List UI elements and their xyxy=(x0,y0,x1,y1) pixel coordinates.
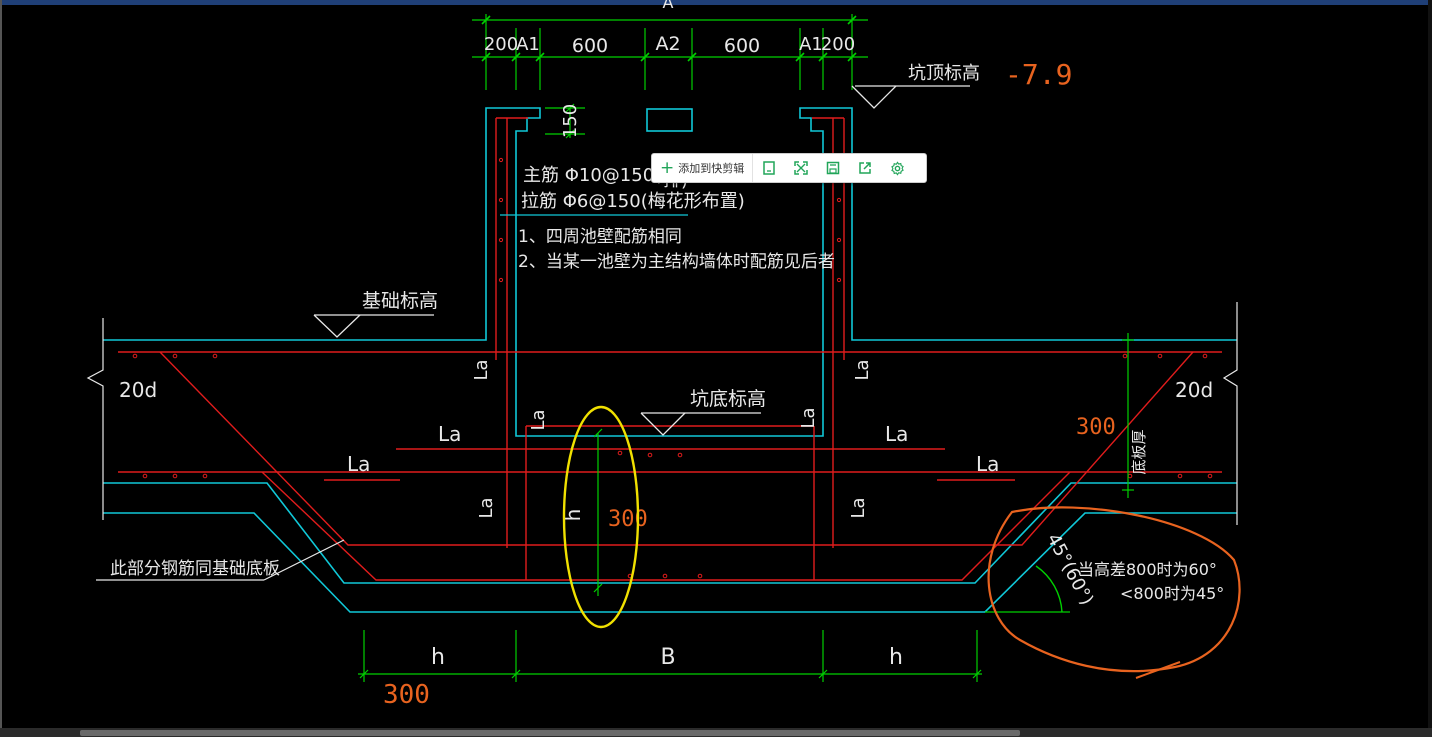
slab-note: 此部分钢筋同基础底板 xyxy=(110,559,280,579)
la-label: La xyxy=(976,452,999,476)
slope-angle-arc xyxy=(1035,565,1063,613)
la-label-vertical: La xyxy=(852,359,873,380)
clip-toolbar: + 添加到快剪辑 xyxy=(651,153,927,183)
la-label: La xyxy=(347,452,370,476)
rebar-tie-note: 拉筋 Φ6@150(梅花形布置) xyxy=(521,191,745,212)
add-to-clip-button[interactable]: + 添加到快剪辑 xyxy=(652,154,754,182)
copy-icon[interactable] xyxy=(753,154,785,182)
pit-bottom-marker xyxy=(640,412,761,436)
central-h-dimension xyxy=(593,428,603,596)
pit-bottom-label: 坑底标高 xyxy=(690,388,766,410)
anchor-20d-right: 20d xyxy=(1175,378,1213,402)
la-label-vertical: La xyxy=(798,407,819,428)
horizontal-scrollbar[interactable] xyxy=(0,728,1432,737)
central-300: 300 xyxy=(608,507,648,532)
dim-label-A2: A2 xyxy=(655,33,680,55)
la-label: La xyxy=(438,422,461,446)
slope-note-2: <800时为45° xyxy=(1120,584,1224,603)
scrollbar-thumb[interactable] xyxy=(80,730,1020,736)
add-to-clip-label: 添加到快剪辑 xyxy=(678,162,745,175)
pit-top-marker xyxy=(851,85,970,109)
viewport-right-edge xyxy=(1428,0,1432,737)
slope-note-1: 当高差800时为60° xyxy=(1078,560,1217,579)
right-300: 300 xyxy=(1076,415,1116,440)
cad-drawing[interactable]: A 200 A1 600 A2 600 A1 200 150 坑顶标高 -7.9 xyxy=(0,0,1432,737)
la-label-vertical: La xyxy=(848,497,869,518)
save-icon[interactable] xyxy=(817,154,849,182)
pit-top-label: 坑顶标高 xyxy=(908,63,980,84)
la-label-vertical: La xyxy=(471,359,492,380)
la-label: La xyxy=(885,422,908,446)
la-label-vertical: La xyxy=(528,409,549,430)
la-label-vertical: La xyxy=(476,497,497,518)
dim-label-A1-left: A1 xyxy=(516,34,540,55)
dim-label-150: 150 xyxy=(560,104,581,138)
dim-label-A1-right: A1 xyxy=(799,34,823,55)
share-icon[interactable] xyxy=(849,154,881,182)
bottom-h-left: h xyxy=(431,645,445,670)
dim-label-600-right: 600 xyxy=(724,35,760,57)
expand-icon[interactable] xyxy=(785,154,817,182)
dim-label-200-right: 200 xyxy=(821,34,855,55)
rebar-dots xyxy=(132,157,1213,579)
foundation-label: 基础标高 xyxy=(362,290,438,312)
plus-icon: + xyxy=(660,157,675,178)
pit-top-value: -7.9 xyxy=(1005,58,1072,91)
settings-icon[interactable] xyxy=(881,154,913,182)
dim-label-600-left: 600 xyxy=(572,35,608,57)
note-2: 2、当某一池壁为主结构墙体时配筋见后者 xyxy=(518,252,835,272)
foundation-marker xyxy=(313,314,434,338)
bottom-h-right: h xyxy=(889,645,903,670)
dim-label-200-left: 200 xyxy=(484,34,518,55)
anchor-20d-left: 20d xyxy=(119,378,157,402)
slab-thickness-label: 底板厚 xyxy=(1130,429,1148,474)
note-1: 1、四周池壁配筋相同 xyxy=(518,227,682,247)
bottom-300: 300 xyxy=(383,680,430,710)
bottom-b: B xyxy=(660,645,675,670)
dim-label-A: A xyxy=(663,0,674,12)
